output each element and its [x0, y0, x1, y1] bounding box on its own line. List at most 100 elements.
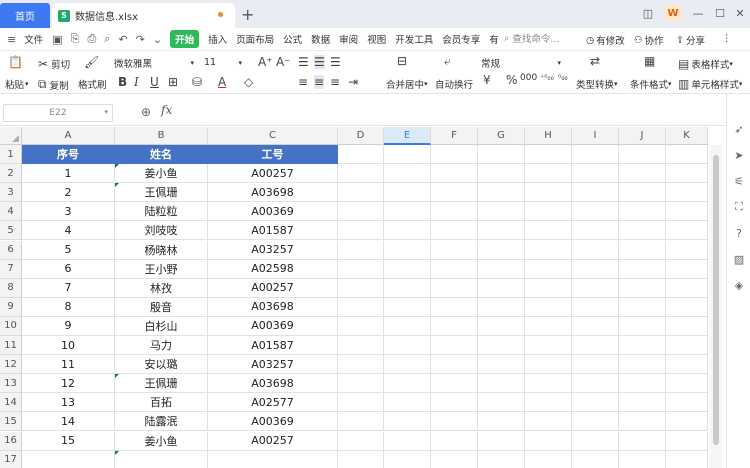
table-cell[interactable]: 8 — [22, 297, 115, 317]
cond-format-icon[interactable]: ▦ — [644, 54, 655, 68]
empty-cell[interactable] — [619, 336, 666, 355]
zoom-icon[interactable]: ⊕ — [141, 105, 151, 119]
collaborate-button[interactable]: ⚇ 协作 — [634, 33, 664, 48]
empty-cell[interactable] — [666, 450, 708, 468]
empty-cell[interactable] — [478, 145, 525, 164]
empty-cell[interactable] — [572, 297, 619, 317]
empty-cell[interactable] — [338, 355, 384, 375]
convert-icon[interactable]: ⇄ — [590, 54, 600, 68]
export-icon[interactable]: ⎘ — [71, 32, 80, 46]
empty-cell[interactable] — [572, 393, 619, 413]
column-header-j[interactable]: J — [619, 127, 666, 145]
align-left-icon[interactable]: ≡ — [298, 75, 308, 89]
menu-data[interactable]: 数据 — [311, 32, 330, 46]
empty-cell[interactable] — [666, 431, 708, 451]
bold-icon[interactable]: B — [118, 75, 127, 89]
empty-cell[interactable] — [478, 164, 525, 184]
table-cell[interactable]: A01587 — [208, 221, 338, 241]
share-button[interactable]: ⇪ 分享 — [676, 33, 705, 48]
empty-cell[interactable] — [572, 240, 619, 260]
paste-icon[interactable]: 📋 — [8, 55, 23, 69]
copy-button[interactable]: ⧉ 复制 — [38, 77, 69, 92]
table-header-cell[interactable]: 工号 — [208, 145, 338, 164]
fill-color-icon[interactable]: ⛁ — [192, 75, 202, 89]
empty-cell[interactable] — [572, 145, 619, 164]
table-cell[interactable]: 白杉山 — [115, 316, 208, 336]
empty-cell[interactable] — [525, 240, 572, 260]
maximize-icon[interactable]: ☐ — [710, 4, 730, 22]
empty-cell[interactable] — [619, 145, 666, 164]
empty-cell[interactable] — [525, 374, 572, 394]
empty-cell[interactable] — [666, 393, 708, 413]
empty-cell[interactable] — [384, 183, 431, 203]
empty-cell[interactable] — [431, 183, 478, 203]
column-header-c[interactable]: C — [208, 127, 338, 145]
eraser-icon[interactable]: ◇ — [244, 75, 253, 89]
empty-cell[interactable] — [338, 240, 384, 260]
empty-cell[interactable] — [666, 240, 708, 260]
empty-cell[interactable] — [478, 259, 525, 279]
empty-cell[interactable] — [572, 374, 619, 394]
table-cell[interactable]: 百拓 — [115, 393, 208, 413]
number-format-select[interactable]: 常规 ▾ — [481, 55, 561, 70]
empty-cell[interactable] — [431, 374, 478, 394]
empty-cell[interactable] — [666, 316, 708, 336]
empty-cell[interactable] — [431, 316, 478, 336]
table-cell[interactable]: 杨晓林 — [115, 240, 208, 260]
font-size-select[interactable]: 11 ▾ — [204, 55, 242, 70]
help-icon[interactable]: ? — [732, 226, 746, 240]
thousands-icon[interactable]: 000 — [520, 73, 537, 83]
merge-center-button[interactable]: 合并居中 ▾ — [386, 77, 428, 91]
empty-cell[interactable] — [384, 240, 431, 260]
table-header-cell[interactable]: 序号 — [22, 145, 115, 164]
empty-cell[interactable] — [525, 278, 572, 298]
table-cell[interactable]: 6 — [22, 259, 115, 279]
empty-cell[interactable] — [338, 450, 384, 468]
row-header[interactable]: 4 — [0, 202, 22, 222]
save-icon[interactable]: ▣ — [52, 33, 62, 46]
align-right-icon[interactable]: ≡ — [330, 75, 340, 89]
empty-cell[interactable] — [666, 221, 708, 241]
percent-icon[interactable]: % — [506, 73, 517, 87]
increase-decimal-icon[interactable]: ⁺⁰₀₀ — [540, 73, 554, 82]
close-icon[interactable]: ✕ — [730, 4, 750, 22]
empty-cell[interactable] — [384, 450, 431, 468]
table-cell[interactable]: 姜小鱼 — [115, 164, 208, 184]
select-all-corner[interactable] — [0, 127, 22, 145]
table-cell[interactable]: 4 — [22, 221, 115, 241]
font-grow-icon[interactable]: A⁺ — [258, 55, 273, 69]
row-header[interactable]: 14 — [0, 393, 22, 413]
preview-icon[interactable]: ⌕ — [104, 32, 110, 46]
table-cell[interactable]: 殷音 — [115, 297, 208, 317]
empty-cell[interactable] — [619, 316, 666, 336]
cond-format-button[interactable]: 条件格式 ▾ — [630, 77, 672, 91]
empty-cell[interactable] — [619, 393, 666, 413]
column-header-e[interactable]: E — [384, 127, 431, 145]
wrap-icon[interactable]: ⤶ — [444, 54, 451, 69]
row-header[interactable]: 9 — [0, 297, 22, 317]
empty-cell[interactable] — [572, 355, 619, 375]
empty-cell[interactable] — [666, 355, 708, 375]
row-header[interactable]: 8 — [0, 278, 22, 298]
empty-cell[interactable] — [619, 164, 666, 184]
empty-cell[interactable] — [666, 374, 708, 394]
table-cell[interactable]: 5 — [22, 240, 115, 260]
empty-cell[interactable] — [115, 450, 208, 468]
table-cell[interactable]: A00369 — [208, 412, 338, 432]
empty-cell[interactable] — [572, 431, 619, 451]
table-cell[interactable]: 林孜 — [115, 278, 208, 298]
empty-cell[interactable] — [478, 297, 525, 317]
table-cell[interactable]: A03257 — [208, 355, 338, 375]
row-header[interactable]: 6 — [0, 240, 22, 260]
empty-cell[interactable] — [384, 259, 431, 279]
table-cell[interactable]: A02577 — [208, 393, 338, 413]
row-header[interactable]: 17 — [0, 450, 22, 468]
pointer-icon[interactable]: ➤ — [732, 148, 746, 162]
empty-cell[interactable] — [338, 278, 384, 298]
empty-cell[interactable] — [572, 336, 619, 355]
empty-cell[interactable] — [666, 164, 708, 184]
empty-cell[interactable] — [384, 374, 431, 394]
menu-insert[interactable]: 插入 — [208, 32, 227, 46]
empty-cell[interactable] — [572, 450, 619, 468]
empty-cell[interactable] — [384, 278, 431, 298]
